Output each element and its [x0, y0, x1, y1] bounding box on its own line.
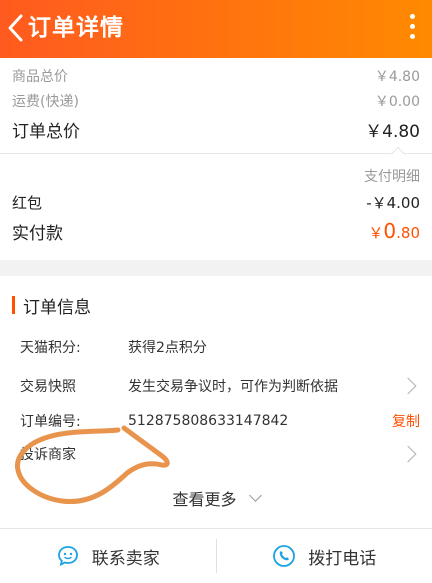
chevron-right-icon: [399, 445, 417, 463]
contact-seller-button[interactable]: 联系卖家: [0, 529, 216, 583]
contact-seller-label: 联系卖家: [91, 548, 160, 569]
page-title: 订单详情: [28, 15, 124, 41]
pay-detail-row: 支付明细: [12, 166, 420, 186]
pay-detail-notch: [390, 146, 406, 162]
shipping-value: ￥0.00: [374, 94, 420, 110]
order-total-label: 订单总价: [12, 121, 80, 142]
order-number-value: 512875808633147842: [128, 413, 289, 429]
order-info-title: 订单信息: [12, 294, 91, 318]
info-value: 获得2点积分: [128, 340, 207, 356]
chat-icon: [57, 546, 78, 567]
see-more-label: 查看更多: [172, 490, 237, 509]
phone-icon: [273, 545, 296, 567]
complain-seller-row[interactable]: 投诉商家: [20, 442, 420, 466]
chevron-right-icon: [399, 377, 417, 395]
goods-total-value: ￥4.80: [374, 69, 420, 85]
redpacket-value: -￥4.00: [366, 193, 420, 212]
divider: [0, 153, 432, 154]
price-summary: 商品总价 ￥4.80 运费(快递) ￥0.00 订单总价 ￥4.80 支付明细 …: [0, 58, 432, 260]
call-phone-label: 拨打电话: [308, 548, 377, 569]
paid-label: 实付款: [12, 223, 63, 244]
paid-value: ￥0.80: [368, 219, 420, 243]
goods-total-row: 商品总价 ￥4.80: [12, 66, 420, 86]
trade-snapshot-row[interactable]: 交易快照 发生交易争议时，可作为判断依据: [20, 374, 420, 398]
section-accent-bar: [12, 296, 15, 314]
paid-decimal: .80: [396, 224, 420, 242]
shipping-label: 运费(快递): [12, 94, 79, 110]
order-total-row: 订单总价 ￥4.80: [12, 117, 420, 142]
order-detail-page: 订单详情 商品总价 ￥4.80 运费(快递) ￥0.00 订单总价 ￥4.80 …: [0, 0, 432, 583]
call-phone-button[interactable]: 拨打电话: [217, 529, 432, 583]
info-label: 天猫积分:: [20, 340, 81, 356]
goods-total-label: 商品总价: [12, 69, 68, 85]
bottom-action-bar: 联系卖家 拨打电话: [0, 528, 432, 583]
redpacket-label: 红包: [12, 193, 43, 212]
redpacket-row: 红包 -￥4.00: [12, 191, 420, 213]
shipping-row: 运费(快递) ￥0.00: [12, 91, 420, 111]
info-label: 投诉商家: [20, 447, 76, 463]
chevron-down-icon: [248, 489, 262, 502]
copy-button[interactable]: 复制: [392, 411, 420, 431]
see-more-button[interactable]: 查看更多: [0, 486, 432, 510]
info-value: 发生交易争议时，可作为判断依据: [128, 379, 338, 395]
more-vertical-icon[interactable]: [406, 14, 418, 44]
info-label: 订单编号:: [20, 414, 81, 430]
order-info-card: 订单信息 天猫积分: 获得2点积分 交易快照 发生交易争议时，可作为判断依据 订…: [0, 276, 432, 528]
info-label: 交易快照: [20, 379, 76, 395]
order-number-row: 订单编号: 512875808633147842 复制: [20, 409, 420, 433]
pay-detail-label: 支付明细: [364, 169, 420, 185]
paid-integer: 0: [383, 219, 397, 243]
app-header: 订单详情: [0, 0, 432, 58]
tmall-points-row: 天猫积分: 获得2点积分: [20, 335, 420, 359]
chevron-left-icon[interactable]: [6, 13, 26, 43]
order-total-value: ￥4.80: [365, 121, 420, 142]
paid-row: 实付款 ￥0.80: [12, 218, 420, 244]
order-info-title-text: 订单信息: [23, 297, 91, 318]
paid-currency: ￥: [368, 224, 384, 242]
